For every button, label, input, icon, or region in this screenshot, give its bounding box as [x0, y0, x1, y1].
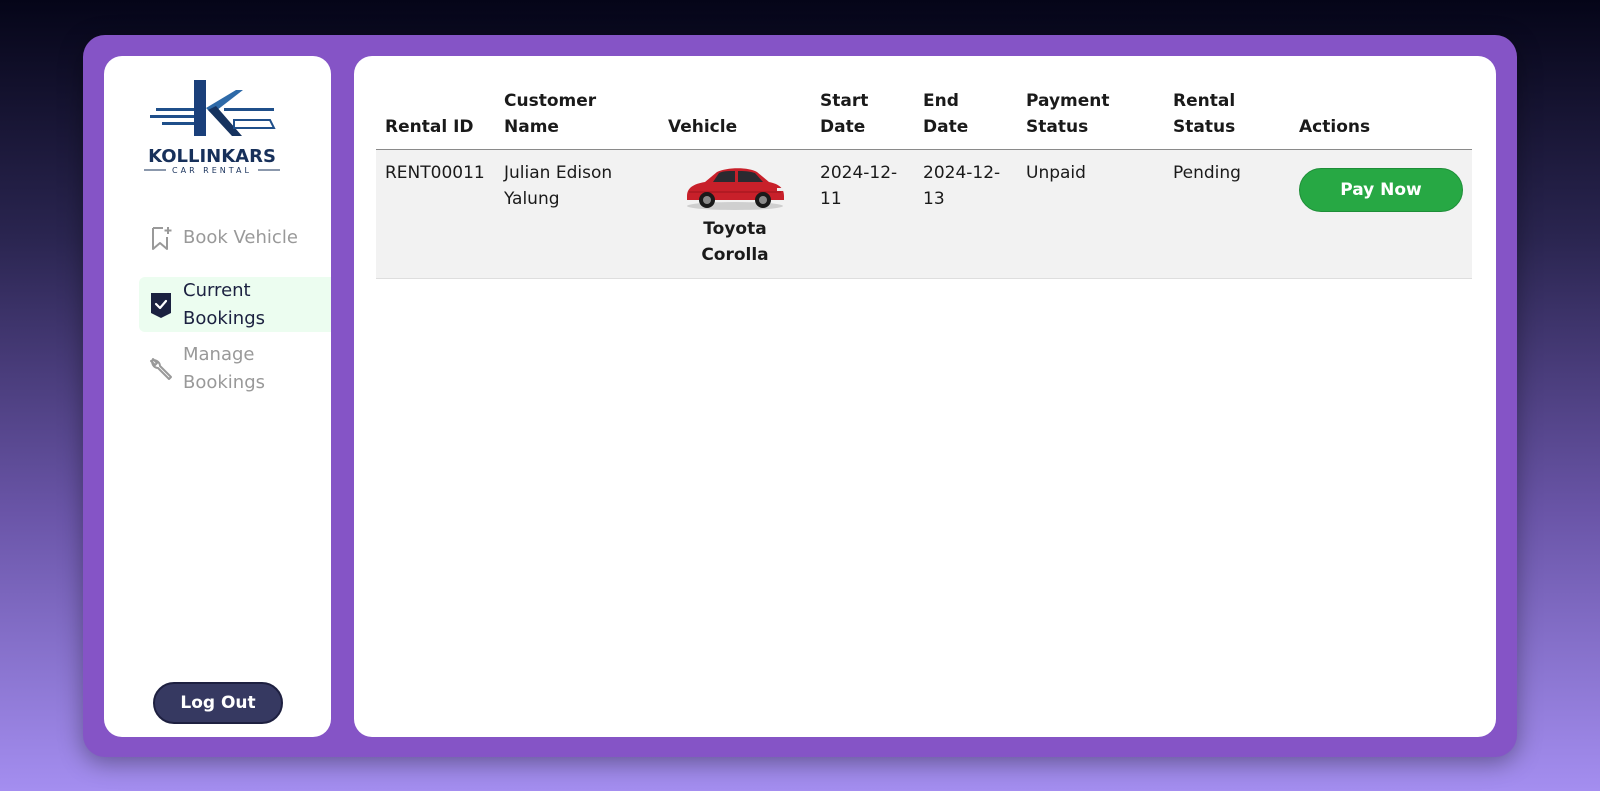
- column-header-rental-id: Rental ID: [376, 82, 495, 150]
- app-frame: KOLLINKARS CAR RENTAL Book Vehicle Curre…: [83, 35, 1517, 757]
- vehicle-name: Toyota Corolla: [701, 219, 769, 265]
- sidebar-item-manage-bookings[interactable]: Manage Bookings: [139, 340, 331, 398]
- table-header-row: Rental ID Customer Name Vehicle Start Da…: [376, 82, 1472, 150]
- sidebar-item-label: Book Vehicle: [183, 227, 298, 248]
- main-panel: Rental ID Customer Name Vehicle Start Da…: [354, 56, 1496, 737]
- cell-end-date: 2024-12-13: [914, 149, 1017, 279]
- svg-text:KOLLINKARS: KOLLINKARS: [148, 146, 276, 167]
- sidebar-item-label: Current Bookings: [183, 279, 266, 329]
- cell-customer-name: Julian Edison Yalung: [495, 149, 659, 279]
- cell-start-date: 2024-12-11: [811, 149, 914, 279]
- shield-check-icon: [139, 291, 183, 319]
- bookings-table: Rental ID Customer Name Vehicle Start Da…: [376, 82, 1472, 279]
- logout-button[interactable]: Log Out: [153, 682, 283, 724]
- column-header-end-date: End Date: [914, 82, 1017, 150]
- column-header-payment-status: Payment Status: [1017, 82, 1164, 150]
- column-header-actions: Actions: [1290, 82, 1472, 150]
- pay-now-button[interactable]: Pay Now: [1299, 168, 1463, 212]
- vehicle-image: [687, 168, 784, 210]
- cell-rental-status: Pending: [1164, 149, 1290, 279]
- bookmark-plus-icon: [139, 225, 183, 251]
- sidebar-item-label: Manage Bookings: [183, 344, 266, 393]
- column-header-customer-name: Customer Name: [495, 82, 659, 150]
- svg-text:CAR RENTAL: CAR RENTAL: [172, 166, 252, 175]
- column-header-vehicle: Vehicle: [659, 82, 811, 150]
- cell-vehicle: Toyota Corolla: [659, 149, 811, 279]
- table-row: RENT00011 Julian Edison Yalung Toyota Co…: [376, 149, 1472, 279]
- cell-rental-id: RENT00011: [376, 149, 495, 279]
- column-header-start-date: Start Date: [811, 82, 914, 150]
- kollinkars-logo: KOLLINKARS CAR RENTAL: [144, 80, 280, 175]
- sidebar-item-book-vehicle[interactable]: Book Vehicle: [139, 218, 331, 258]
- cell-payment-status: Unpaid: [1017, 149, 1164, 279]
- sidebar-item-current-bookings[interactable]: Current Bookings: [139, 277, 331, 332]
- wrench-icon: [139, 357, 183, 381]
- column-header-rental-status: Rental Status: [1164, 82, 1290, 150]
- cell-actions: Pay Now: [1290, 149, 1472, 279]
- sidebar: KOLLINKARS CAR RENTAL Book Vehicle Curre…: [104, 56, 331, 737]
